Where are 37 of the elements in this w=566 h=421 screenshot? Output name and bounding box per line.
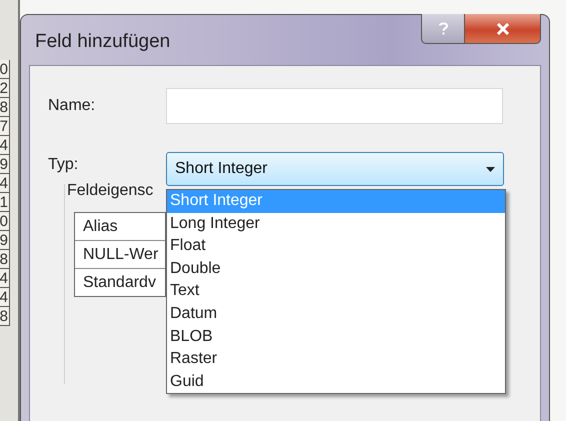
type-value: Short Integer [175, 160, 268, 178]
dropdown-option[interactable]: Datum [167, 302, 505, 326]
name-input[interactable] [166, 88, 503, 124]
ruler-value: 4 [0, 136, 10, 155]
help-button[interactable] [421, 14, 465, 44]
name-label: Name: [48, 97, 96, 115]
close-icon [496, 22, 510, 34]
ruler-value: 9 [0, 231, 10, 250]
ruler-value: 0 [0, 60, 10, 79]
table-cell-text: Alias [82, 217, 119, 237]
help-icon [438, 22, 448, 35]
ruler-value: 2 [0, 79, 10, 98]
table-cell: NULL-Wer [75, 240, 165, 268]
dropdown-option[interactable]: Long Integer [167, 212, 505, 236]
table-cell: Standardv [75, 268, 165, 296]
dropdown-option[interactable]: Double [167, 258, 505, 280]
dropdown-arrow-icon [486, 166, 495, 172]
ruler-value: 8 [0, 250, 10, 269]
ruler-value: 4 [0, 288, 10, 307]
dropdown-option[interactable]: Raster [167, 348, 505, 371]
dropdown-option[interactable]: BLOB [167, 326, 505, 348]
ruler-value: 0 [0, 212, 10, 231]
ruler-value: 8 [0, 307, 10, 326]
ruler-value: 8 [0, 98, 10, 117]
group-title: Feldeigensc [67, 182, 154, 200]
type-dropdown[interactable]: Short Integer [166, 152, 504, 186]
ruler-value: 4 [0, 174, 10, 193]
ruler-value: 1 [0, 193, 10, 212]
close-button[interactable] [465, 14, 541, 44]
ruler-value: 9 [0, 155, 10, 174]
window-title: Feld hinzufügen [34, 30, 170, 53]
dropdown-option[interactable]: Guid [167, 370, 505, 394]
ruler-value: 4 [0, 269, 10, 288]
dropdown-option[interactable]: Text [167, 280, 505, 303]
type-label: Typ: [48, 156, 80, 174]
dropdown-option[interactable]: Float [167, 235, 505, 258]
ruler-value: 7 [0, 117, 10, 136]
